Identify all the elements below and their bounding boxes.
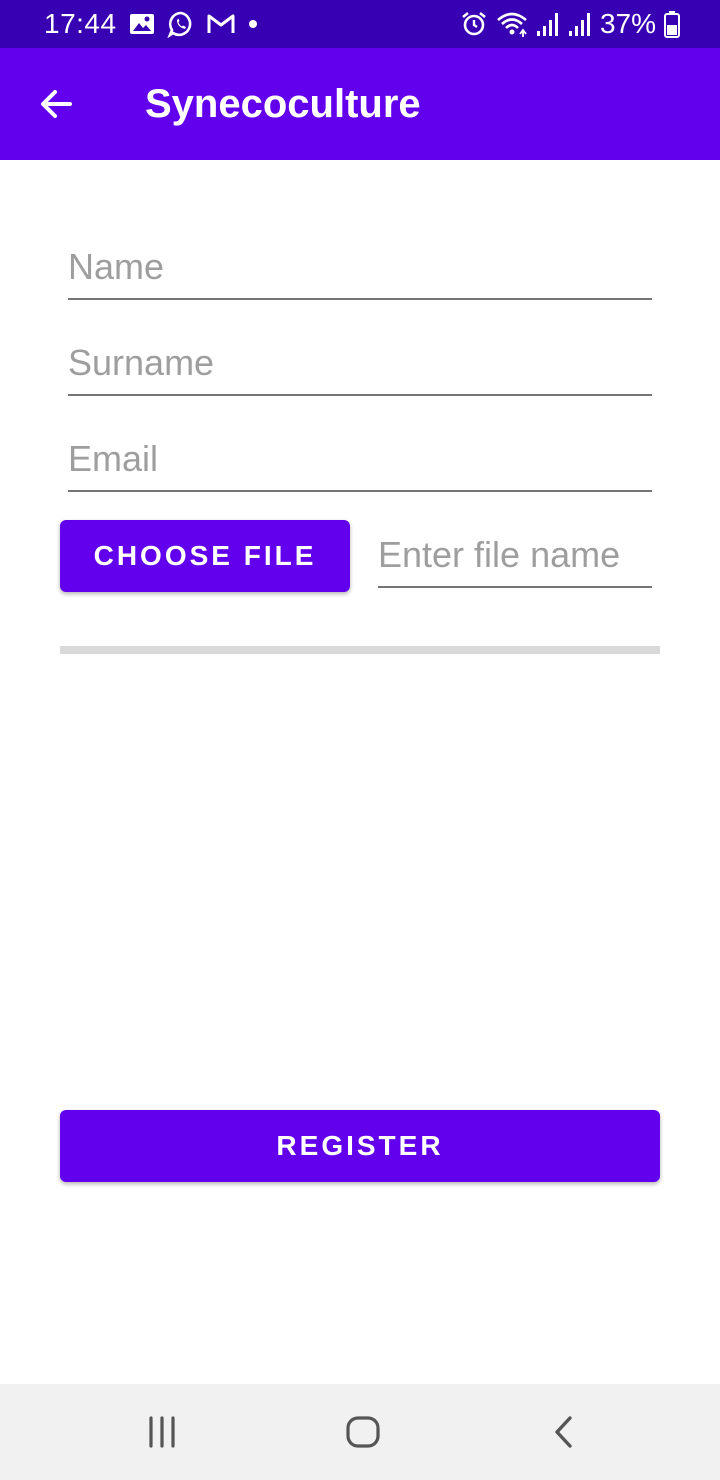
battery-percentage: 37% [599, 8, 656, 39]
gmail-icon [207, 12, 235, 36]
signal-icon [568, 11, 592, 37]
home-icon [345, 1414, 381, 1450]
arrow-back-icon [38, 86, 74, 122]
system-nav-bar [0, 1384, 720, 1480]
whatsapp-icon [166, 10, 195, 39]
home-button[interactable] [333, 1402, 393, 1462]
signal-icon [536, 11, 560, 37]
surname-field[interactable] [68, 338, 652, 396]
app-bar: Synecoculture [0, 48, 720, 160]
name-field[interactable] [68, 242, 652, 300]
system-back-button[interactable] [534, 1402, 594, 1462]
choose-file-button[interactable]: CHOOSE FILE [60, 520, 350, 592]
notification-dot-icon [247, 18, 259, 30]
status-right: 37% [460, 0, 680, 48]
wifi-icon [496, 10, 528, 38]
recents-button[interactable] [132, 1402, 192, 1462]
gallery-icon [129, 12, 155, 36]
status-time: 17:44 [44, 8, 117, 39]
register-button[interactable]: REGISTER [60, 1110, 660, 1182]
upload-progress-bar [60, 646, 660, 654]
status-left: 17:44 [44, 0, 259, 48]
alarm-icon [460, 10, 488, 38]
back-icon [546, 1414, 582, 1450]
battery-icon [664, 10, 680, 38]
page-title: Synecoculture [145, 82, 421, 126]
recents-icon [144, 1414, 180, 1450]
status-bar: 17:44 37% [0, 0, 720, 48]
file-name-field[interactable] [378, 530, 652, 588]
email-field[interactable] [68, 434, 652, 492]
back-button[interactable] [28, 76, 84, 132]
